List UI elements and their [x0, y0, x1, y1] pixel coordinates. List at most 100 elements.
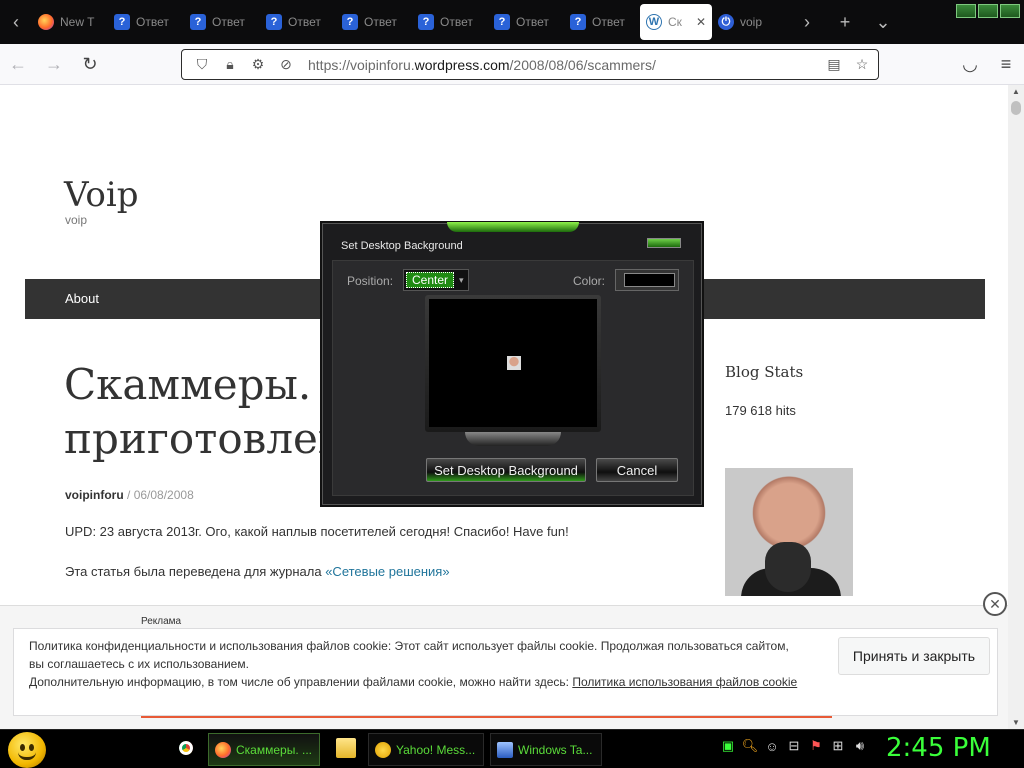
set-desktop-background-button[interactable]: Set Desktop Background	[426, 458, 586, 482]
monitor-preview	[425, 295, 601, 432]
search-icon[interactable]: 🔍︎	[742, 738, 759, 754]
accept-cookies-button[interactable]: Принять и закрыть	[838, 637, 990, 675]
shield-icon[interactable]: ⛉	[190, 53, 214, 77]
answers-icon: ?	[190, 14, 206, 30]
taskbar-item-yahoo[interactable]: Yahoo! Mess...	[368, 733, 484, 766]
volume-icon[interactable]: 🔊︎	[852, 738, 868, 754]
tab-active[interactable]: W Ск ✕	[640, 4, 712, 40]
tab[interactable]: ? Ответ	[336, 4, 412, 40]
tab-close-icon[interactable]: ✕	[696, 15, 706, 29]
answers-icon: ?	[342, 14, 358, 30]
tab[interactable]: ? Ответ	[260, 4, 336, 40]
tab[interactable]: ? Ответ	[488, 4, 564, 40]
tab-scroll-left-icon[interactable]: ‹	[0, 0, 32, 44]
window-controls	[956, 4, 1020, 18]
answers-icon: ?	[570, 14, 586, 30]
scroll-thumb[interactable]	[1011, 101, 1021, 115]
menu-icon[interactable]: ≡	[988, 48, 1024, 80]
preview-screen	[429, 299, 597, 427]
monitor-stand	[465, 432, 561, 446]
tracking-off-icon[interactable]: ⊘	[274, 53, 298, 77]
menu-item-about[interactable]: About	[65, 291, 99, 306]
firefox-icon	[215, 741, 231, 758]
bookmark-star-icon[interactable]: ☆	[850, 53, 874, 77]
reload-icon[interactable]: ↻	[72, 48, 108, 80]
cancel-button[interactable]: Cancel	[596, 458, 678, 482]
post-date[interactable]: 06/08/2008	[134, 488, 194, 502]
system-tray: ▣ 🔍︎ ☺ ⊟ ⚑ ⊞ 🔊︎	[720, 738, 868, 754]
task-manager-icon	[497, 741, 513, 758]
dialog-glow	[447, 222, 579, 232]
scroll-down-icon[interactable]: ▼	[1012, 718, 1020, 727]
tab[interactable]: ? Ответ	[412, 4, 488, 40]
permissions-icon[interactable]: ⚙	[246, 53, 270, 77]
position-select[interactable]: Center ▾	[403, 269, 469, 291]
cookie-policy-link[interactable]: Политика использования файлов cookie	[572, 675, 797, 689]
color-label: Color:	[573, 274, 606, 288]
dialog-title: Set Desktop Background	[341, 240, 463, 252]
scroll-up-icon[interactable]: ▲	[1012, 87, 1020, 96]
taskbar-item-firefox[interactable]: Скаммеры. ...	[208, 733, 320, 766]
navigation-toolbar: ← → ↻ ⛉ 🔒︎ ⚙ ⊘ https://voipinforu.wordpr…	[0, 44, 1024, 85]
new-tab-icon[interactable]: +	[826, 0, 864, 44]
firefox-icon	[38, 14, 54, 30]
hit-counter: 179 618 hits	[725, 403, 796, 418]
list-tabs-icon[interactable]: ⌄	[864, 0, 902, 44]
author-photo[interactable]	[725, 468, 853, 596]
post-meta: voipinforu / 06/08/2008	[65, 488, 194, 502]
position-value: Center	[406, 272, 454, 288]
tab[interactable]: ? Ответ	[184, 4, 260, 40]
taskbar-item-task-manager[interactable]: Windows Ta...	[490, 733, 602, 766]
forward-icon[interactable]: →	[36, 48, 72, 80]
chrome-icon[interactable]	[176, 738, 196, 758]
taskbar: Скаммеры. ... Yahoo! Mess... Windows Ta.…	[0, 729, 1024, 768]
dialog-close-button[interactable]	[647, 238, 681, 248]
pocket-icon[interactable]: ◡	[952, 48, 988, 80]
site-title[interactable]: Voip	[64, 175, 139, 215]
start-button[interactable]	[8, 732, 46, 768]
position-label: Position:	[347, 274, 394, 288]
answers-icon: ?	[114, 14, 130, 30]
set-desktop-background-dialog: Set Desktop Background Position: Center …	[322, 222, 702, 505]
url-text[interactable]: https://voipinforu.wordpress.com/2008/08…	[308, 57, 656, 73]
cookie-text: Политика конфиденциальности и использова…	[29, 639, 798, 689]
page-scrollbar[interactable]: ▲ ▼	[1008, 85, 1024, 729]
cookie-banner: Политика конфиденциальности и использова…	[13, 628, 998, 716]
back-icon[interactable]: ←	[0, 48, 36, 80]
safely-remove-icon[interactable]: ⊟	[786, 738, 802, 754]
ad-close-icon[interactable]: ✕	[983, 592, 1007, 616]
tab[interactable]: New T	[32, 4, 108, 40]
close-window-button[interactable]	[1000, 4, 1020, 18]
wordpress-icon: W	[646, 14, 662, 30]
post-author[interactable]: voipinforu	[65, 488, 124, 502]
answers-icon: ?	[494, 14, 510, 30]
minimize-button[interactable]	[956, 4, 976, 18]
ad-label: Реклама	[141, 616, 182, 627]
chevron-down-icon: ▾	[459, 274, 464, 285]
tray-green-icon[interactable]: ▣	[720, 738, 736, 754]
answers-icon: ?	[266, 14, 282, 30]
clock[interactable]: 2:45 PM	[886, 733, 991, 763]
folder-icon[interactable]	[336, 738, 356, 758]
post-paragraph: Эта статья была переведена для журнала «…	[65, 564, 450, 579]
network-icon[interactable]: ⊞	[830, 738, 846, 754]
tab[interactable]: ? Ответ	[564, 4, 640, 40]
tab-scroll-right-icon[interactable]: ›	[788, 0, 826, 44]
voip-icon: ⏻	[718, 14, 734, 30]
security-alert-icon[interactable]: ⚑	[808, 738, 824, 754]
messenger-tray-icon[interactable]: ☺	[764, 738, 780, 754]
tab[interactable]: ⏻ voip	[712, 4, 788, 40]
lock-icon[interactable]: 🔒︎	[218, 53, 242, 77]
post-paragraph: UPD: 23 августа 2013г. Ого, какой наплыв…	[65, 524, 569, 539]
tab-strip: ‹ New T ? Ответ ? Ответ ? Ответ ? Ответ ? Отв…	[0, 0, 1024, 44]
color-picker-button[interactable]	[615, 269, 679, 291]
url-bar[interactable]: ⛉ 🔒︎ ⚙ ⊘ https://voipinforu.wordpress.co…	[181, 49, 879, 80]
color-swatch	[624, 273, 675, 287]
widget-title: Blog Stats	[725, 363, 804, 381]
tab[interactable]: ? Ответ	[108, 4, 184, 40]
journal-link[interactable]: «Сетевые решения»	[325, 564, 449, 579]
maximize-button[interactable]	[978, 4, 998, 18]
preview-image	[507, 356, 521, 370]
answers-icon: ?	[418, 14, 434, 30]
reader-mode-icon[interactable]: ▤	[822, 53, 846, 77]
